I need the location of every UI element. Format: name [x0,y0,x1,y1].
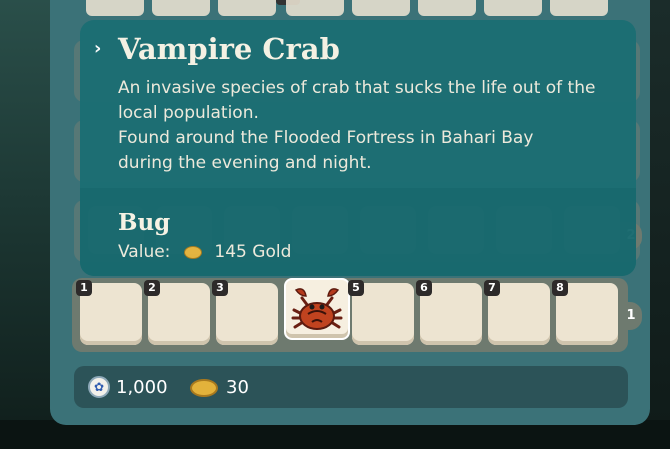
item-description: An invasive species of crab that sucks t… [118,78,596,173]
slot-number: 2 [144,280,160,296]
gold-coin-icon [184,245,203,259]
hotbar-slot-2[interactable]: 2 [144,280,210,345]
renown-icon: ✿ [88,376,110,398]
value-label: Value: [118,242,171,262]
slot-number: 7 [484,280,500,296]
inventory-row-top [80,0,620,18]
item-value: Value: 145 Gold [118,242,291,262]
crab-icon [291,288,343,330]
hotbar-slot-8[interactable]: 8 [552,280,618,345]
gold-coin-icon [190,379,218,397]
hotbar-slot-4-selected[interactable] [284,278,350,340]
hotbar-slot-1[interactable]: 1 [76,280,142,345]
gold-amount: 30 [226,377,249,398]
chevron-right-icon: › [94,38,102,59]
hotbar-slot-7[interactable]: 7 [484,280,550,345]
hotbar-slot-6[interactable]: 6 [416,280,482,345]
renown-amount: 1,000 [116,377,168,398]
currency-bar: ✿ 1,000 30 [74,366,628,408]
hotbar-slot-5[interactable]: 5 [348,280,414,345]
item-category: Bug [118,209,171,236]
row-tab-1[interactable]: 1 [620,302,642,330]
hotbar-slot-3[interactable]: 3 [212,280,278,345]
slot-number: 1 [76,280,92,296]
slot-number: 8 [552,280,568,296]
value-amount: 145 Gold [214,242,292,262]
hotbar: 1 2 3 5 6 7 8 [72,278,628,352]
item-name: Vampire Crab [118,32,340,66]
item-tooltip: › Vampire Crab An invasive species of cr… [80,20,636,276]
slot-number: 3 [212,280,228,296]
slot-number: 6 [416,280,432,296]
slot-number: 5 [348,280,364,296]
